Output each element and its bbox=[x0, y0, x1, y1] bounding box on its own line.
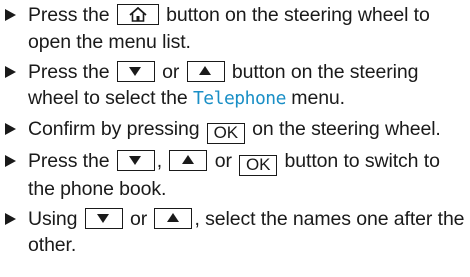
step-text: Using bbox=[28, 207, 83, 230]
instruction-step-3: Confirm by pressing OK on the steering w… bbox=[0, 116, 470, 144]
step-text: Press the bbox=[28, 149, 115, 172]
bullet-triangle-icon bbox=[5, 212, 16, 225]
display-menu-name: Telephone bbox=[192, 88, 287, 109]
instruction-list: Press the button on the steering wheel t… bbox=[0, 2, 470, 262]
arrow-down-key-icon bbox=[84, 207, 123, 229]
instruction-step-2: Press the or button on the steering whee… bbox=[0, 59, 470, 113]
step-text: Confirm by pressing bbox=[28, 118, 205, 140]
arrow-up-key-icon bbox=[169, 149, 208, 171]
arrow-up-key-icon bbox=[154, 207, 193, 229]
step-text: Press the bbox=[28, 60, 115, 83]
step-text: , bbox=[156, 149, 168, 172]
bullet-triangle-icon bbox=[5, 123, 16, 135]
ok-key: OK bbox=[206, 123, 245, 144]
step-text: on the steering wheel. bbox=[246, 118, 441, 140]
instruction-step-4: Press the , or OK button to switch to th… bbox=[0, 148, 470, 203]
instruction-step-5: Using or , select the names one after th… bbox=[0, 206, 470, 259]
bullet-triangle-icon bbox=[5, 9, 16, 21]
instruction-step-1: Press the button on the steering wheel t… bbox=[0, 2, 470, 55]
step-text: or bbox=[156, 60, 185, 83]
arrow-down-key-icon bbox=[116, 60, 155, 82]
home-key-icon bbox=[116, 4, 159, 25]
arrow-up-key-icon bbox=[186, 60, 225, 82]
step-text: or bbox=[209, 149, 238, 172]
ok-key: OK bbox=[239, 154, 278, 176]
step-text: or bbox=[124, 207, 153, 230]
bullet-triangle-icon bbox=[5, 65, 16, 78]
bullet-triangle-icon bbox=[5, 154, 16, 167]
arrow-down-key-icon bbox=[116, 149, 155, 171]
step-text: Press the bbox=[28, 4, 115, 26]
step-text: menu. bbox=[285, 87, 345, 109]
